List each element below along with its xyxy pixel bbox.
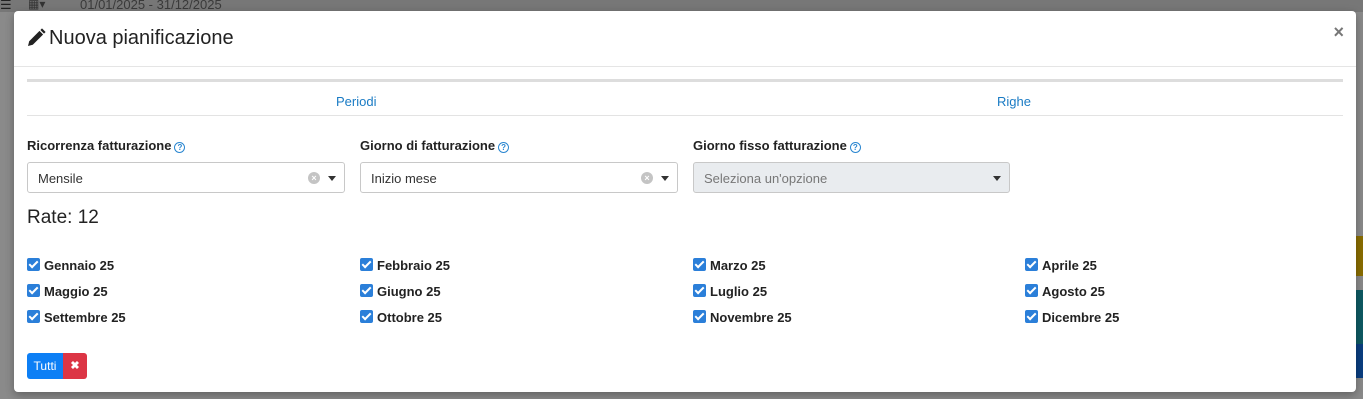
background-panel-teal	[1356, 290, 1363, 344]
giorno-fisso-placeholder: Seleziona un'opzione	[704, 171, 828, 186]
help-icon[interactable]: ?	[849, 142, 861, 153]
month-checkbox-dicembre[interactable]: Dicembre 25	[1025, 310, 1119, 326]
tab-periodi[interactable]: Periodi	[336, 94, 376, 109]
caret-down-icon[interactable]	[993, 176, 1001, 181]
checkbox-checked-icon[interactable]	[693, 310, 706, 323]
checkbox-checked-icon[interactable]	[360, 258, 373, 271]
month-checkbox-agosto[interactable]: Agosto 25	[1025, 284, 1105, 300]
background-panel-yellow	[1356, 236, 1363, 276]
ricorrenza-value: Mensile	[38, 171, 83, 186]
giorno-label: Giorno di fatturazione?	[360, 138, 510, 153]
checkbox-checked-icon[interactable]	[1025, 310, 1038, 323]
month-checkbox-settembre[interactable]: Settembre 25	[27, 310, 126, 326]
rate-count: Rate: 12	[27, 207, 99, 228]
caret-down-icon[interactable]	[661, 176, 669, 181]
checkbox-checked-icon[interactable]	[1025, 258, 1038, 271]
checkbox-checked-icon[interactable]	[360, 310, 373, 323]
checkbox-checked-icon[interactable]	[360, 284, 373, 297]
modal-dialog: Nuova pianificazione × Periodi Righe Ric…	[14, 11, 1356, 392]
pencil-icon	[28, 28, 46, 46]
month-checkbox-ottobre[interactable]: Ottobre 25	[360, 310, 442, 326]
checkbox-checked-icon[interactable]	[27, 284, 40, 297]
giorno-fisso-label: Giorno fisso fatturazione?	[693, 138, 861, 153]
month-checkbox-novembre[interactable]: Novembre 25	[693, 310, 792, 326]
modal-header: Nuova pianificazione ×	[14, 11, 1356, 67]
help-icon[interactable]: ?	[498, 142, 510, 153]
giorno-select[interactable]: Inizio mese ×	[360, 162, 678, 193]
select-all-button[interactable]: Tutti	[27, 353, 63, 379]
modal-title: Nuova pianificazione	[49, 27, 234, 49]
close-button[interactable]: ×	[1333, 23, 1344, 41]
giorno-fisso-select[interactable]: Seleziona un'opzione	[693, 162, 1010, 193]
tab-bar: Periodi Righe	[27, 91, 1343, 116]
month-checkbox-luglio[interactable]: Luglio 25	[693, 284, 767, 300]
checkbox-checked-icon[interactable]	[693, 258, 706, 271]
giorno-value: Inizio mese	[371, 171, 437, 186]
checkbox-checked-icon[interactable]	[27, 258, 40, 271]
month-checkbox-aprile[interactable]: Aprile 25	[1025, 258, 1097, 274]
month-checkbox-gennaio[interactable]: Gennaio 25	[27, 258, 114, 274]
checkbox-checked-icon[interactable]	[1025, 284, 1038, 297]
checkbox-checked-icon[interactable]	[693, 284, 706, 297]
ricorrenza-label: Ricorrenza fatturazione?	[27, 138, 186, 153]
background-panel-blue	[1356, 344, 1363, 378]
tab-righe[interactable]: Righe	[997, 94, 1031, 109]
month-checkbox-maggio[interactable]: Maggio 25	[27, 284, 108, 300]
bars-icon: ☰	[0, 0, 12, 12]
clear-icon[interactable]: ×	[308, 172, 320, 184]
checkbox-checked-icon[interactable]	[27, 310, 40, 323]
tabs-divider	[27, 79, 1343, 82]
month-checkbox-febbraio[interactable]: Febbraio 25	[360, 258, 450, 274]
deselect-all-button[interactable]: ✖	[63, 353, 87, 379]
clear-icon[interactable]: ×	[641, 172, 653, 184]
month-checkbox-marzo[interactable]: Marzo 25	[693, 258, 766, 274]
month-checkbox-giugno[interactable]: Giugno 25	[360, 284, 441, 300]
calendar-icon: ▦▾	[28, 0, 46, 11]
ricorrenza-select[interactable]: Mensile ×	[27, 162, 345, 193]
help-icon[interactable]: ?	[174, 142, 186, 153]
caret-down-icon[interactable]	[328, 176, 336, 181]
